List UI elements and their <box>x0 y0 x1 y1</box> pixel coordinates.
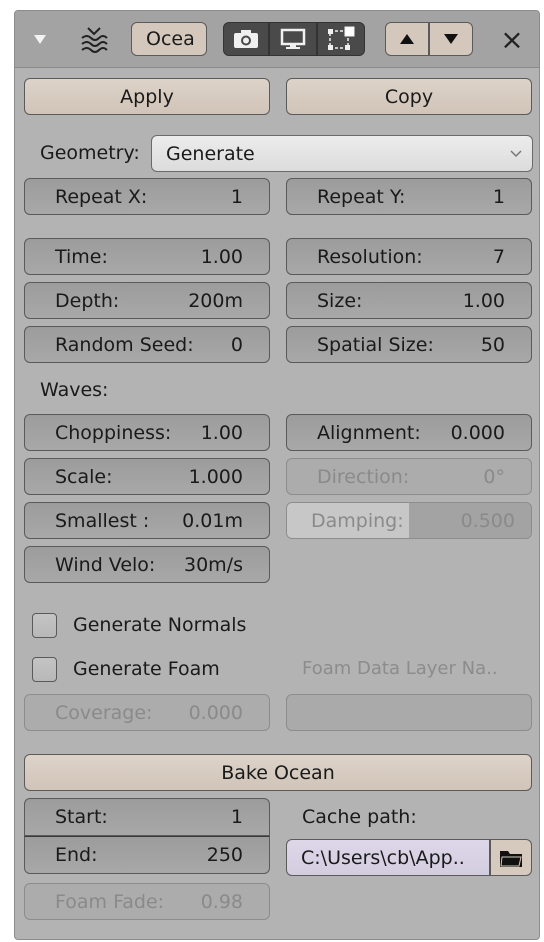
generate-normals-label: Generate Normals <box>73 614 247 636</box>
foam-layer-name-label: Foam Data Layer Na.. <box>302 658 498 679</box>
modifier-header: Ocea × <box>15 11 539 68</box>
wind-velocity-field[interactable]: Wind Velo: 30m/s <box>24 546 270 583</box>
generate-foam-label: Generate Foam <box>73 658 220 680</box>
editmode-toggle-button[interactable] <box>317 22 365 56</box>
resolution-field[interactable]: Resolution: 7 <box>286 238 532 275</box>
monitor-icon <box>280 28 306 49</box>
render-toggle-button[interactable] <box>223 22 269 56</box>
move-up-button[interactable] <box>385 22 429 56</box>
browse-folder-button[interactable] <box>490 839 532 876</box>
time-field[interactable]: Time: 1.00 <box>24 238 270 275</box>
geometry-value: Generate <box>166 142 255 165</box>
generate-foam-checkbox[interactable] <box>32 657 57 682</box>
geometry-label: Geometry: <box>40 142 140 164</box>
direction-field: Direction: 0° <box>286 458 532 495</box>
viewport-toggle-button[interactable] <box>269 22 317 56</box>
ocean-modifier-panel: Ocea × Apply Copy Geometry: Generate Rep… <box>14 10 540 940</box>
modifier-name-text: Ocea <box>146 28 195 50</box>
modifier-name-field[interactable]: Ocea <box>131 22 207 56</box>
bake-ocean-button[interactable]: Bake Ocean <box>24 754 532 791</box>
smallest-field[interactable]: Smallest : 0.01m <box>24 502 270 539</box>
alignment-field[interactable]: Alignment: 0.000 <box>286 414 532 451</box>
start-frame-field[interactable]: Start: 1 <box>24 798 270 836</box>
choppiness-field[interactable]: Choppiness: 1.00 <box>24 414 270 451</box>
triangle-up-icon <box>400 34 414 44</box>
size-field[interactable]: Size: 1.00 <box>286 282 532 319</box>
depth-field[interactable]: Depth: 200m <box>24 282 270 319</box>
coverage-field: Coverage: 0.000 <box>24 694 270 731</box>
cache-path-label: Cache path: <box>302 806 417 828</box>
random-seed-field[interactable]: Random Seed: 0 <box>24 326 270 363</box>
end-frame-field[interactable]: End: 250 <box>24 836 270 874</box>
chevron-down-icon <box>510 149 522 157</box>
triangle-down-icon <box>444 34 458 44</box>
apply-button[interactable]: Apply <box>24 78 270 115</box>
damping-slider: Damping: 0.500 <box>286 502 532 539</box>
close-icon[interactable]: × <box>495 22 529 56</box>
copy-button[interactable]: Copy <box>286 78 532 115</box>
spatial-size-field[interactable]: Spatial Size: 50 <box>286 326 532 363</box>
generate-normals-checkbox[interactable] <box>32 613 57 638</box>
repeat-x-field[interactable]: Repeat X: 1 <box>24 178 270 215</box>
move-down-button[interactable] <box>429 22 473 56</box>
ocean-wave-icon <box>77 23 111 55</box>
geometry-dropdown[interactable]: Generate <box>151 135 533 172</box>
camera-icon <box>234 30 258 48</box>
cache-path-input[interactable]: C:\Users\cb\App.. <box>286 839 490 876</box>
folder-icon <box>500 850 522 867</box>
edit-mode-vertices-icon <box>328 26 355 50</box>
foam-fade-field: Foam Fade: 0.98 <box>24 883 270 920</box>
foam-layer-name-input <box>286 694 532 731</box>
collapse-triangle-icon[interactable] <box>29 28 51 50</box>
scale-field[interactable]: Scale: 1.000 <box>24 458 270 495</box>
repeat-y-field[interactable]: Repeat Y: 1 <box>286 178 532 215</box>
waves-heading: Waves: <box>40 379 109 401</box>
